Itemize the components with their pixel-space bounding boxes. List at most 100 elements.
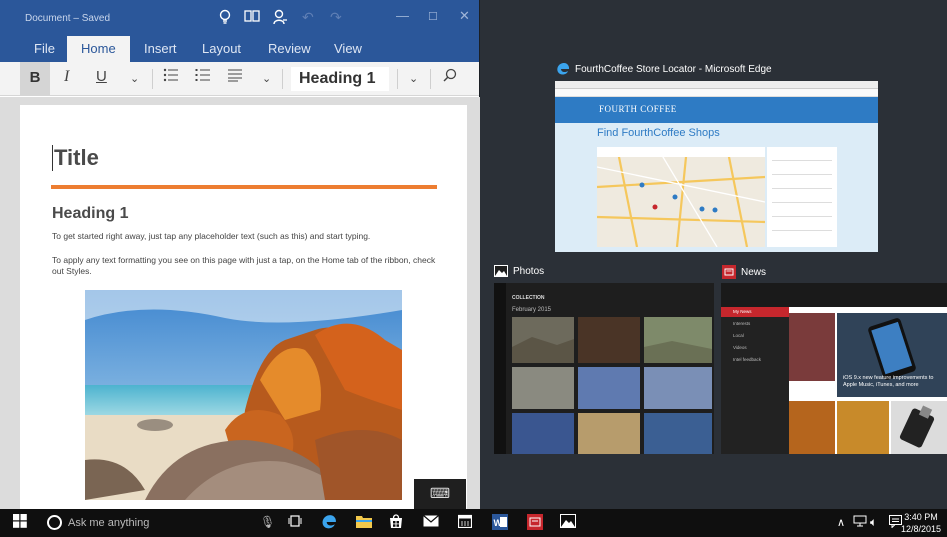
lightbulb-icon[interactable] (219, 9, 231, 28)
list-item[interactable] (772, 179, 832, 189)
news-window-thumbnail[interactable]: My News Interests Local Videos Intel fee… (721, 283, 947, 454)
ribbon-toolbar: B I U ⌄ ⌄ Heading 1 ⌄ (0, 62, 479, 96)
edge-window-label[interactable]: FourthCoffee Store Locator - Microsoft E… (556, 62, 772, 76)
photos-taskbar-icon[interactable] (560, 514, 576, 531)
menu-item-videos[interactable]: Videos (721, 341, 789, 353)
font-options-chevron-icon[interactable]: ⌄ (130, 72, 139, 85)
photos-window-label[interactable]: Photos (494, 265, 544, 277)
divider (397, 69, 398, 89)
maximize-icon[interactable]: ☐ (428, 10, 438, 23)
tab-view[interactable]: View (334, 41, 362, 56)
document-canvas: Title Heading 1 To get started right awa… (0, 97, 480, 509)
document-paragraph[interactable]: To get started right away, just tap any … (52, 231, 442, 241)
tab-review[interactable]: Review (268, 41, 311, 56)
document-status: Document – Saved (25, 13, 111, 24)
tab-file[interactable]: File (34, 41, 55, 56)
close-icon[interactable]: ✕ (459, 8, 470, 24)
divider (152, 69, 153, 89)
news-card-flame[interactable] (837, 401, 889, 454)
menu-item-intel-feedback[interactable]: Intel feedback (721, 353, 789, 365)
underline-button[interactable]: U (96, 68, 107, 85)
align-icon[interactable] (227, 68, 243, 86)
news-window-title: News (741, 266, 767, 278)
show-hidden-icons-chevron-icon[interactable]: ∧ (837, 516, 845, 529)
reading-mode-icon[interactable] (244, 9, 260, 26)
news-card-image[interactable] (789, 313, 835, 381)
task-view-icon[interactable] (288, 514, 302, 530)
search-icon[interactable] (443, 68, 457, 86)
bullets-icon[interactable] (163, 68, 179, 86)
photos-header: COLLECTION (512, 295, 545, 301)
touch-keyboard-icon[interactable]: ⌨ (414, 479, 466, 509)
style-gallery-field[interactable]: Heading 1 (291, 67, 389, 91)
photos-icon (494, 265, 508, 277)
document-paragraph[interactable]: To apply any text formatting you see on … (52, 255, 444, 277)
list-item[interactable] (772, 207, 832, 217)
network-icon[interactable] (853, 515, 867, 530)
clock-date: 12/8/2015 (900, 524, 941, 534)
fourthcoffee-logo: FOURTH COFFEE (599, 104, 677, 114)
system-clock[interactable]: 3:40 PM 12/8/2015 (901, 511, 941, 535)
news-headline[interactable]: iOS 9.x new feature improvements to Appl… (843, 375, 943, 389)
document-page[interactable]: Title Heading 1 To get started right awa… (20, 105, 467, 509)
file-explorer-icon[interactable] (356, 514, 372, 531)
start-button-windows-icon[interactable] (13, 514, 27, 531)
bold-button[interactable]: B (20, 62, 50, 96)
locator-map[interactable] (596, 146, 766, 248)
fourthcoffee-banner: FOURTH COFFEE (555, 97, 878, 123)
word-taskbar-icon[interactable]: W (492, 514, 508, 533)
svg-text:W: W (494, 518, 503, 528)
tab-home[interactable]: Home (67, 36, 130, 62)
calendar-icon[interactable] (457, 514, 473, 531)
document-title[interactable]: Title (52, 145, 99, 171)
taskbar: Ask me anything 🎙︎ W ∧ 🔈︎ 3:40 PM 12/8/2… (0, 509, 947, 537)
menu-item-local[interactable]: Local (721, 329, 789, 341)
microphone-icon[interactable]: 🎙︎ (260, 515, 275, 529)
undo-icon[interactable]: ↶ (302, 9, 314, 26)
paragraph-options-chevron-icon[interactable]: ⌄ (262, 72, 271, 85)
numbering-icon[interactable] (195, 68, 211, 86)
italic-button[interactable]: I (64, 68, 69, 86)
news-header-bar (721, 283, 947, 307)
news-card-plug[interactable] (891, 401, 947, 454)
divider (282, 69, 283, 89)
edge-tab-strip (555, 81, 878, 89)
news-side-menu: My News Interests Local Videos Intel fee… (721, 307, 789, 454)
menu-item-interests[interactable]: Interests (721, 317, 789, 329)
beach-rocks-image[interactable] (85, 290, 402, 500)
list-item[interactable] (772, 165, 832, 175)
list-item[interactable] (772, 151, 832, 161)
mail-icon[interactable] (423, 514, 439, 530)
locator-heading: Find FourthCoffee Shops (597, 127, 720, 139)
style-dropdown-chevron-icon[interactable]: ⌄ (409, 72, 418, 85)
edge-window-thumbnail[interactable]: FOURTH COFFEE Find FourthCoffee Shops (555, 81, 878, 252)
news-window-label[interactable]: News (722, 265, 766, 279)
tab-layout[interactable]: Layout (202, 41, 241, 56)
cortana-search-box[interactable]: Ask me anything 🎙︎ (40, 509, 280, 537)
search-placeholder: Ask me anything (68, 517, 150, 529)
title-underline-rule (51, 185, 437, 189)
edge-taskbar-icon[interactable] (321, 514, 337, 533)
photos-window-thumbnail[interactable]: COLLECTION February 2015 (494, 283, 714, 454)
store-icon[interactable] (389, 514, 403, 531)
photos-section-date: February 2015 (512, 307, 552, 313)
store-results-list[interactable] (767, 147, 837, 247)
list-item[interactable] (772, 221, 832, 231)
news-card-fire[interactable] (789, 401, 835, 454)
volume-icon[interactable]: 🔈︎ (870, 515, 877, 530)
news-icon (722, 265, 736, 279)
news-taskbar-icon[interactable] (527, 514, 543, 533)
edge-address-bar (555, 89, 878, 97)
word-title-bar: Document – Saved ↶ ↷ — ☐ ✕ (0, 0, 479, 36)
share-icon[interactable] (273, 9, 287, 28)
tab-insert[interactable]: Insert (144, 41, 177, 56)
minimize-icon[interactable]: — (396, 8, 409, 23)
list-item[interactable] (772, 193, 832, 203)
photos-window-title: Photos (513, 265, 545, 277)
cortana-icon (47, 515, 62, 530)
edge-icon (556, 62, 570, 76)
redo-icon[interactable]: ↷ (330, 9, 342, 26)
photos-nav-rail (494, 283, 506, 454)
document-heading[interactable]: Heading 1 (52, 205, 128, 223)
menu-item-my-news[interactable]: My News (721, 307, 789, 317)
